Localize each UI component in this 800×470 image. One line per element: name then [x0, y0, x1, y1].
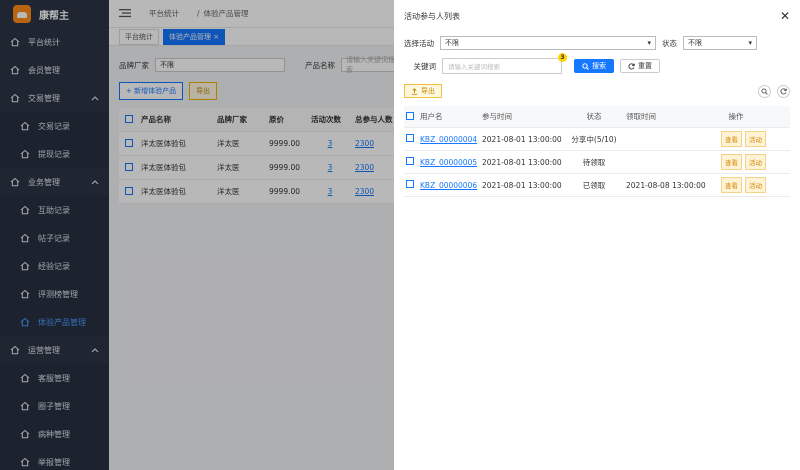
- chevron-down-icon: ▾: [647, 39, 651, 47]
- activity-label: 选择活动: [404, 38, 434, 48]
- drawer-export-button[interactable]: 导出: [404, 84, 442, 98]
- drawer-filter-row-1: 选择活动 不限 ▾ 状态 不限 ▾: [394, 32, 800, 54]
- table-row: KBZ_00000005 2021-08-01 13:00:00 待领取 查看 活动: [404, 151, 790, 174]
- drawer-toolbar: 导出: [394, 78, 800, 104]
- status-select[interactable]: 不限 ▾: [683, 36, 757, 50]
- status-text: 分享中(5/10): [571, 134, 617, 144]
- row-checkbox[interactable]: [404, 180, 420, 190]
- upload-icon: [411, 87, 418, 95]
- activity-button[interactable]: 活动: [745, 154, 766, 170]
- drawer-title: 活动参与人列表: [404, 11, 460, 21]
- drawer-header: 活动参与人列表 ✕: [394, 0, 800, 32]
- activity-select[interactable]: 不限 ▾: [440, 36, 656, 50]
- refresh-icon[interactable]: [777, 84, 790, 98]
- activity-button[interactable]: 活动: [745, 177, 766, 193]
- participants-table: 用户名 参与时间 状态 领取时间 操作 KBZ_00000004 2021-08-…: [404, 106, 790, 197]
- claim-time: 2021-08-08 13:00:00: [626, 180, 706, 190]
- chevron-down-icon: ▾: [748, 39, 752, 47]
- join-time: 2021-08-01 13:00:00: [482, 134, 562, 144]
- drawer-filter-row-2: 关键词 请输入关键词搜索 3 搜索 重置: [394, 53, 800, 78]
- username-link[interactable]: KBZ_00000005: [420, 158, 482, 167]
- header-username: 用户名: [420, 112, 443, 121]
- username-link[interactable]: KBZ_00000004: [420, 135, 482, 144]
- view-button[interactable]: 查看: [721, 131, 742, 147]
- table-tools: [758, 84, 790, 98]
- reset-button[interactable]: 重置: [620, 59, 660, 73]
- participants-drawer: 活动参与人列表 ✕ 选择活动 不限 ▾ 状态 不限 ▾ 关键词 请输入关键词搜索…: [394, 0, 800, 470]
- view-button[interactable]: 查看: [721, 154, 742, 170]
- participants-table-body: KBZ_00000004 2021-08-01 13:00:00 分享中(5/10)…: [404, 128, 790, 197]
- keyword-label: 关键词: [413, 61, 437, 71]
- header-status: 状态: [586, 112, 602, 121]
- row-operations: 查看 活动: [706, 131, 766, 147]
- refresh-icon: [628, 62, 635, 69]
- join-time: 2021-08-01 13:00:00: [482, 157, 562, 167]
- close-icon[interactable]: ✕: [780, 9, 790, 23]
- status-select-value: 不限: [688, 39, 702, 47]
- status-text: 待领取: [582, 157, 606, 167]
- search-toggle-icon[interactable]: [758, 84, 771, 98]
- row-checkbox[interactable]: [404, 157, 420, 167]
- header-join-time: 参与时间: [482, 112, 512, 121]
- status-label: 状态: [662, 38, 677, 48]
- select-all-checkbox[interactable]: [404, 111, 420, 122]
- table-row: KBZ_00000006 2021-08-01 13:00:00 已领取 2021-0…: [404, 174, 790, 197]
- activity-select-value: 不限: [445, 39, 459, 47]
- participants-table-header: 用户名 参与时间 状态 领取时间 操作: [404, 106, 790, 128]
- row-operations: 查看 活动: [706, 154, 766, 170]
- join-time: 2021-08-01 13:00:00: [482, 180, 562, 190]
- header-operations: 操作: [728, 112, 744, 121]
- header-claim-time: 领取时间: [626, 112, 656, 121]
- keyword-placeholder: 请输入关键词搜索: [448, 63, 500, 71]
- activity-button[interactable]: 活动: [745, 131, 766, 147]
- status-text: 已领取: [582, 180, 606, 190]
- row-checkbox[interactable]: [404, 134, 420, 144]
- username-link[interactable]: KBZ_00000006: [420, 181, 482, 190]
- notification-badge: 3: [558, 53, 567, 62]
- keyword-input[interactable]: 请输入关键词搜索 3: [442, 53, 567, 74]
- drawer-export-label: 导出: [421, 87, 435, 95]
- view-button[interactable]: 查看: [721, 177, 742, 193]
- search-button[interactable]: 搜索: [574, 59, 614, 73]
- search-icon: [582, 62, 589, 70]
- reset-button-label: 重置: [638, 62, 652, 70]
- search-button-label: 搜索: [592, 62, 606, 70]
- row-operations: 查看 活动: [706, 177, 766, 193]
- table-row: KBZ_00000004 2021-08-01 13:00:00 分享中(5/10)…: [404, 128, 790, 151]
